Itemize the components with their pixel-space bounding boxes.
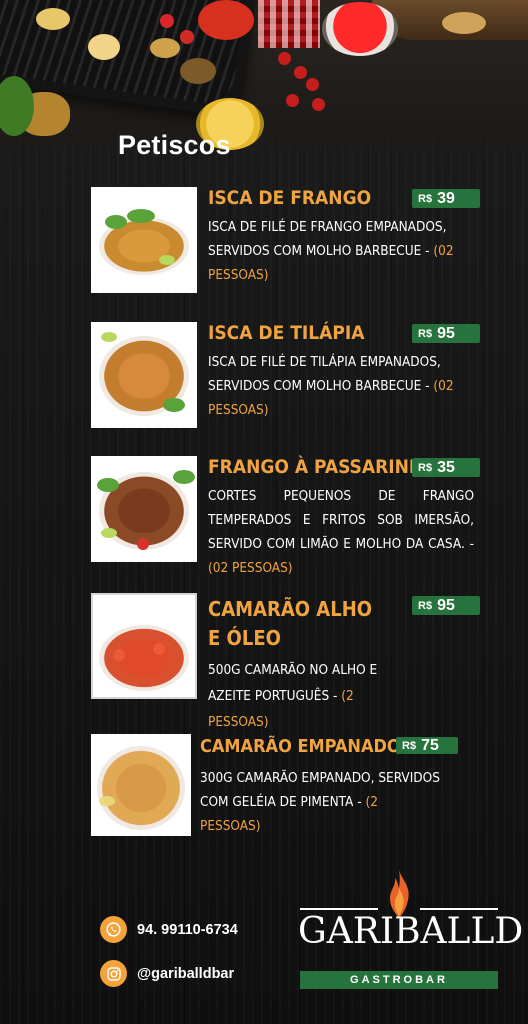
price-tag: R$ 35 — [412, 458, 480, 477]
item-description: CORTES PEQUENOS DE FRANGO TEMPERADOS E F… — [208, 484, 474, 580]
lime-slice — [101, 528, 117, 538]
phone-contact[interactable]: 94. 99110-6734 — [100, 916, 238, 943]
board-food — [442, 12, 486, 34]
item-title: FRANGO À PASSARINHO — [208, 456, 438, 478]
lemon-slice — [99, 796, 115, 806]
item-description: 500G CAMARÃO NO ALHO E AZEITE PORTUGUÊS … — [208, 657, 408, 735]
description-text: 300G CAMARÃO EMPANADO, SERVIDOS COM GELÉ… — [200, 770, 440, 810]
item-description: 300G CAMARÃO EMPANADO, SERVIDOS COM GELÉ… — [200, 766, 440, 838]
tomato — [180, 30, 194, 44]
grilled-food — [180, 58, 216, 84]
shrimp — [113, 649, 125, 661]
item-title: CAMARÃO ALHO E ÓLEO — [208, 595, 372, 653]
price-tag: R$ 95 — [412, 324, 480, 343]
serves-count: (02 PESSOAS) — [208, 560, 293, 576]
logo-rule-left — [300, 908, 378, 910]
title-line-2: E ÓLEO — [208, 626, 281, 650]
currency: R$ — [418, 192, 433, 205]
cherry-tomato — [294, 66, 307, 79]
plate — [97, 746, 185, 830]
separator: - — [353, 794, 366, 810]
item-description: ISCA DE FILÉ DE TILÁPIA EMPANADOS, SERVI… — [208, 350, 478, 422]
separator: - — [329, 688, 342, 704]
currency: R$ — [418, 599, 433, 612]
garnish — [97, 478, 119, 492]
price-value: 39 — [437, 189, 455, 207]
logo-name: GARIBALLD — [298, 911, 524, 952]
breaded-shrimp-photo — [91, 734, 191, 836]
section-heading: Petiscos — [118, 130, 231, 160]
tomato — [160, 14, 174, 28]
garnish — [127, 209, 155, 223]
cherry-tomato — [306, 78, 319, 91]
price-tag: R$ 75 — [396, 737, 458, 754]
currency: R$ — [418, 327, 433, 340]
grilled-food — [88, 34, 120, 60]
currency: R$ — [402, 739, 417, 752]
price-value: 75 — [421, 736, 439, 754]
pepper-garnish — [137, 538, 149, 550]
item-title: ISCA DE TILÁPIA — [208, 322, 365, 344]
currency: R$ — [418, 461, 433, 474]
instagram-icon — [100, 960, 127, 987]
grilled-food — [150, 38, 180, 58]
lime-slice — [101, 332, 117, 342]
title-line-1: CAMARÃO ALHO — [208, 597, 373, 621]
cherry-tomato — [286, 94, 299, 107]
price-value: 35 — [437, 458, 455, 476]
separator: - — [421, 243, 434, 259]
shrimp — [153, 643, 165, 655]
tomato — [198, 0, 254, 40]
garnish — [105, 215, 127, 229]
garlic-shrimp-photo — [91, 593, 197, 699]
lime-slice — [159, 255, 175, 265]
logo-tagline: GASTROBAR — [300, 971, 498, 989]
header-food-photo — [0, 0, 528, 175]
whatsapp-icon — [100, 916, 127, 943]
separator: - — [464, 536, 474, 552]
price-tag: R$ 39 — [412, 189, 480, 208]
item-title: ISCA DE FRANGO — [208, 187, 372, 209]
description-text: ISCA DE FILÉ DE FRANGO EMPANADOS, SERVID… — [208, 219, 447, 259]
checkered-cloth-stripes — [258, 0, 320, 48]
description-text: CORTES PEQUENOS DE FRANGO TEMPERADOS E F… — [208, 488, 474, 552]
phone-number: 94. 99110-6734 — [137, 921, 238, 938]
item-description: ISCA DE FILÉ DE FRANGO EMPANADOS, SERVID… — [208, 215, 478, 287]
cherry-tomato — [278, 52, 291, 65]
grilled-food — [36, 8, 70, 30]
price-value: 95 — [437, 324, 455, 342]
plate — [99, 625, 189, 691]
description-text: ISCA DE FILÉ DE TILÁPIA EMPANADOS, SERVI… — [208, 354, 441, 394]
breaded-tilapia-strips-photo — [91, 322, 197, 428]
logo-rule-right — [420, 908, 498, 910]
price-tag: R$ 95 — [412, 596, 480, 615]
instagram-handle: @gariballdbar — [137, 965, 235, 982]
garnish — [173, 470, 195, 484]
garnish — [163, 398, 185, 412]
instagram-contact[interactable]: @gariballdbar — [100, 960, 234, 987]
item-title: CAMARÃO EMPANADO — [200, 736, 401, 757]
fried-chicken-pieces-photo — [91, 456, 197, 562]
separator: - — [421, 378, 434, 394]
cherry-tomato — [312, 98, 325, 111]
brand-logo: GARIBALLD GASTROBAR — [298, 868, 524, 990]
breaded-chicken-strips-photo — [91, 187, 197, 293]
price-value: 95 — [437, 596, 455, 614]
sauce-bowl — [322, 2, 398, 56]
